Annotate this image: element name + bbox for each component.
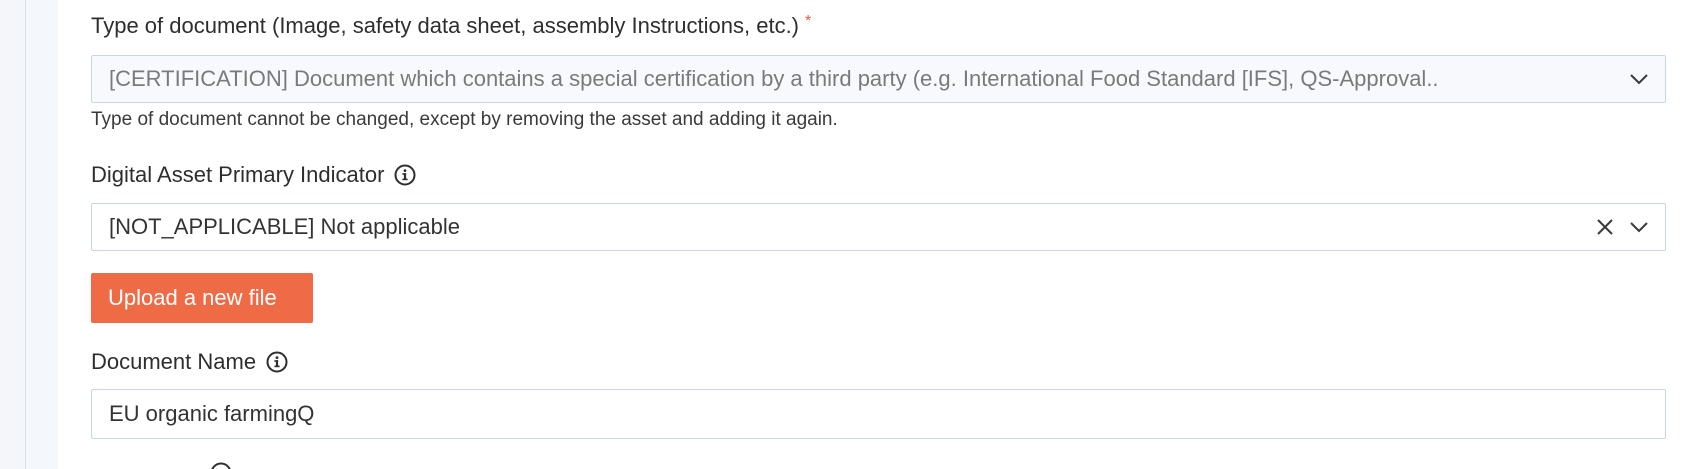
upload-file-button[interactable]: Upload a new file xyxy=(91,273,313,323)
info-icon[interactable] xyxy=(266,351,288,373)
page: Type of document (Image, safety data she… xyxy=(0,0,1706,469)
chevron-down-icon[interactable] xyxy=(1627,215,1651,239)
document-name-label: Document Name xyxy=(91,349,257,374)
primary-indicator-label: Digital Asset Primary Indicator xyxy=(91,162,385,187)
required-marker: * xyxy=(805,13,812,30)
document-type-label: Type of document (Image, safety data she… xyxy=(91,13,800,38)
primary-indicator-value: [NOT_APPLICABLE] Not applicable xyxy=(109,214,460,239)
chevron-down-icon[interactable] xyxy=(1627,67,1651,91)
document-name-input[interactable]: EU organic farmingQ xyxy=(91,389,1666,439)
primary-indicator-label-row: Digital Asset Primary Indicator xyxy=(91,162,416,188)
clear-icon[interactable] xyxy=(1593,215,1617,239)
primary-indicator-select[interactable]: [NOT_APPLICABLE] Not applicable xyxy=(91,203,1666,251)
info-icon[interactable] xyxy=(394,164,416,186)
info-icon[interactable] xyxy=(210,462,232,469)
document-type-help: Type of document cannot be changed, exce… xyxy=(91,109,838,130)
left-rail xyxy=(25,0,59,469)
document-type-value: [CERTIFICATION] Document which contains … xyxy=(109,66,1439,91)
document-name-label-row: Document Name xyxy=(91,349,288,375)
document-type-label-row: Type of document (Image, safety data she… xyxy=(91,13,811,39)
document-name-value: EU organic farmingQ xyxy=(109,401,315,426)
document-type-select[interactable]: [CERTIFICATION] Document which contains … xyxy=(91,55,1666,103)
